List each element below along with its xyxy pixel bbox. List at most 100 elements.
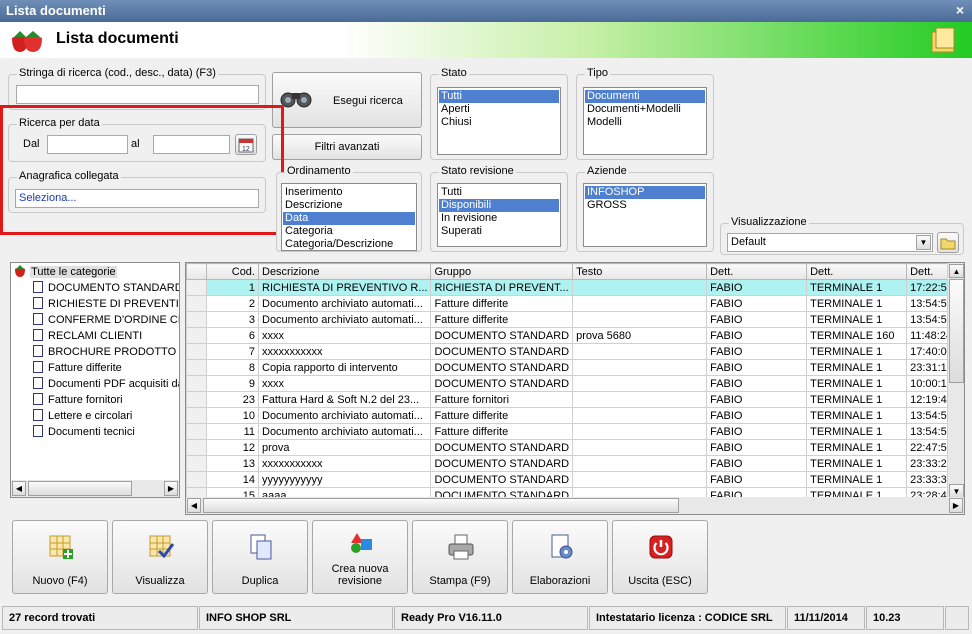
- col-header-testo[interactable]: Testo: [572, 263, 708, 280]
- duplicate-button[interactable]: Duplica: [212, 520, 308, 594]
- table-cell: xxxx: [257, 327, 432, 344]
- print-button[interactable]: Stampa (F9): [412, 520, 508, 594]
- stato-revisione-list[interactable]: Tutti Disponibili In revisione Superati: [437, 183, 561, 247]
- row-indicator[interactable]: [186, 423, 207, 440]
- tipo-item-modelli[interactable]: Modelli: [585, 116, 705, 129]
- aziende-item-infoshop[interactable]: INFOSHOP: [585, 186, 705, 199]
- aziende-list[interactable]: INFOSHOP GROSS: [583, 183, 707, 247]
- scroll-thumb[interactable]: [203, 498, 679, 513]
- stato-revisione-item-tutti[interactable]: Tutti: [439, 186, 559, 199]
- create-revision-button[interactable]: Crea nuova revisione: [312, 520, 408, 594]
- scroll-right-icon[interactable]: ▶: [164, 481, 178, 496]
- tree-item-richieste-preventivo[interactable]: RICHIESTE DI PREVENTIVO: [33, 296, 179, 312]
- row-indicator[interactable]: [186, 359, 207, 376]
- scroll-down-icon[interactable]: ▼: [949, 484, 964, 498]
- search-button[interactable]: Esegui ricerca: [272, 72, 422, 128]
- highlight-annotation: [0, 105, 284, 235]
- tipo-item-documenti-modelli[interactable]: Documenti+Modelli: [585, 103, 705, 116]
- category-tree[interactable]: Tutte le categorie DOCUMENTO STANDARD RI…: [10, 262, 180, 498]
- row-indicator[interactable]: [186, 471, 207, 488]
- tree-item-lettere-circolari[interactable]: Lettere e circolari: [33, 408, 132, 424]
- tree-item-fatture-fornitori[interactable]: Fatture fornitori: [33, 392, 123, 408]
- scroll-left-icon[interactable]: ◀: [12, 481, 26, 496]
- table-row[interactable]: 14 yyyyyyyyyyy DOCUMENTO STANDARD FABIO TERM…: [186, 471, 960, 488]
- ordinamento-item-data[interactable]: Data: [283, 212, 415, 225]
- ordinamento-item-descrizione[interactable]: Descrizione: [283, 199, 415, 212]
- tree-item-brochure-prodotto[interactable]: BROCHURE PRODOTTO: [33, 344, 176, 360]
- ordinamento-item-categoria-descrizione[interactable]: Categoria/Descrizione: [283, 238, 415, 251]
- ordinamento-group: Ordinamento Inserimento Descrizione Data…: [276, 165, 422, 252]
- stato-revisione-item-in-revisione[interactable]: In revisione: [439, 212, 559, 225]
- row-indicator[interactable]: [186, 439, 207, 456]
- aziende-item-gross[interactable]: GROSS: [585, 199, 705, 212]
- close-icon[interactable]: ×: [956, 2, 964, 18]
- row-indicator[interactable]: [186, 295, 207, 312]
- stato-item-chiusi[interactable]: Chiusi: [439, 116, 559, 129]
- table-row[interactable]: 6 xxxx DOCUMENTO STANDARD prova 5680 FABIO TE…: [186, 327, 960, 344]
- stato-item-aperti[interactable]: Aperti: [439, 103, 559, 116]
- table-row[interactable]: 13 xxxxxxxxxxx DOCUMENTO STANDARD FABIO TERM…: [186, 455, 960, 472]
- scroll-thumb[interactable]: [28, 481, 132, 496]
- advanced-filters-button[interactable]: Filtri avanzati: [272, 134, 422, 160]
- scroll-right-icon[interactable]: ▶: [949, 498, 963, 513]
- grid-vscrollbar[interactable]: ▲ ▼: [947, 263, 964, 499]
- row-indicator[interactable]: [186, 327, 207, 344]
- tree-item-documento-standard[interactable]: DOCUMENTO STANDARD: [33, 280, 179, 296]
- tree-hscrollbar[interactable]: ◀ ▶: [11, 480, 179, 497]
- exit-button[interactable]: Uscita (ESC): [612, 520, 708, 594]
- tree-item-documenti-pdf[interactable]: Documenti PDF acquisiti da: [33, 376, 179, 392]
- table-row[interactable]: 3 Documento archiviato automati... Fatture…: [186, 311, 960, 328]
- tree-item-fatture-differite[interactable]: Fatture differite: [33, 360, 122, 376]
- table-row[interactable]: 11 Documento archiviato automati... Fattur…: [186, 423, 960, 440]
- ordinamento-item-inserimento[interactable]: Inserimento: [283, 186, 415, 199]
- view-document-icon: [149, 535, 175, 559]
- table-row[interactable]: 10 Documento archiviato automati... Fattur…: [186, 407, 960, 424]
- tree-item-documenti-tecnici[interactable]: Documenti tecnici: [33, 424, 135, 440]
- table-row[interactable]: 8 Copia rapporto di intervento DOCUMENTO S…: [186, 359, 960, 376]
- scroll-left-icon[interactable]: ◀: [187, 498, 201, 513]
- size-grip-icon[interactable]: [945, 606, 969, 630]
- row-indicator[interactable]: [186, 391, 207, 408]
- tree-item-conferme-ordine[interactable]: CONFERME D'ORDINE CLIENTI: [33, 312, 179, 328]
- row-indicator[interactable]: [186, 455, 207, 472]
- search-input[interactable]: [16, 85, 259, 104]
- view-button[interactable]: Visualizza: [112, 520, 208, 594]
- stato-revisione-item-superati[interactable]: Superati: [439, 225, 559, 238]
- tipo-list[interactable]: Documenti Documenti+Modelli Modelli: [583, 87, 707, 155]
- row-indicator[interactable]: [186, 343, 207, 360]
- gear-document-icon: [551, 534, 573, 559]
- visualizzazione-select[interactable]: Default ▼: [727, 233, 933, 252]
- col-header-dett-1[interactable]: Dett.: [706, 263, 808, 280]
- scroll-thumb[interactable]: [949, 279, 964, 383]
- chevron-down-icon[interactable]: ▼: [916, 235, 931, 250]
- col-header-gruppo[interactable]: Gruppo: [430, 263, 574, 280]
- scroll-up-icon[interactable]: ▲: [949, 264, 964, 278]
- grid-hscrollbar[interactable]: ◀ ▶: [186, 497, 964, 514]
- tipo-item-documenti[interactable]: Documenti: [585, 90, 705, 103]
- table-row[interactable]: 23 Fattura Hard & Soft N.2 del 23... Fattu…: [186, 391, 960, 408]
- row-indicator[interactable]: [186, 279, 207, 296]
- row-indicator[interactable]: [186, 407, 207, 424]
- table-row[interactable]: 2 Documento archiviato automati... Fatture…: [186, 295, 960, 312]
- tree-item-reclami-clienti[interactable]: RECLAMI CLIENTI: [33, 328, 142, 344]
- open-folder-icon[interactable]: [937, 232, 959, 253]
- col-header-dett-2[interactable]: Dett.: [806, 263, 908, 280]
- col-header-cod[interactable]: Cod.: [206, 263, 259, 280]
- table-row[interactable]: 12 prova DOCUMENTO STANDARD FABIO TERMINALE …: [186, 439, 960, 456]
- stato-revisione-item-disponibili[interactable]: Disponibili: [439, 199, 559, 212]
- processing-button[interactable]: Elaborazioni: [512, 520, 608, 594]
- table-row[interactable]: 9 xxxx DOCUMENTO STANDARD FABIO TERMINALE 11…: [186, 375, 960, 392]
- stato-item-tutti[interactable]: Tutti: [439, 90, 559, 103]
- new-button[interactable]: Nuovo (F4): [12, 520, 108, 594]
- stato-list[interactable]: Tutti Aperti Chiusi: [437, 87, 561, 155]
- tree-root[interactable]: Tutte le categorie: [13, 264, 117, 280]
- col-header-descrizione[interactable]: Descrizione: [257, 263, 432, 280]
- ordinamento-item-categoria[interactable]: Categoria: [283, 225, 415, 238]
- row-indicator[interactable]: [186, 311, 207, 328]
- table-row[interactable]: 1 RICHIESTA DI PREVENTIVO R... RICHIESTA D…: [186, 279, 960, 296]
- documents-grid[interactable]: Cod. Descrizione Gruppo Testo Dett. Dett…: [185, 262, 965, 515]
- row-indicator[interactable]: [186, 375, 207, 392]
- table-row[interactable]: 7 xxxxxxxxxxx DOCUMENTO STANDARD FABIO TERMI…: [186, 343, 960, 360]
- ordinamento-list[interactable]: Inserimento Descrizione Data Categoria C…: [281, 183, 417, 251]
- folder-icon[interactable]: [930, 26, 958, 54]
